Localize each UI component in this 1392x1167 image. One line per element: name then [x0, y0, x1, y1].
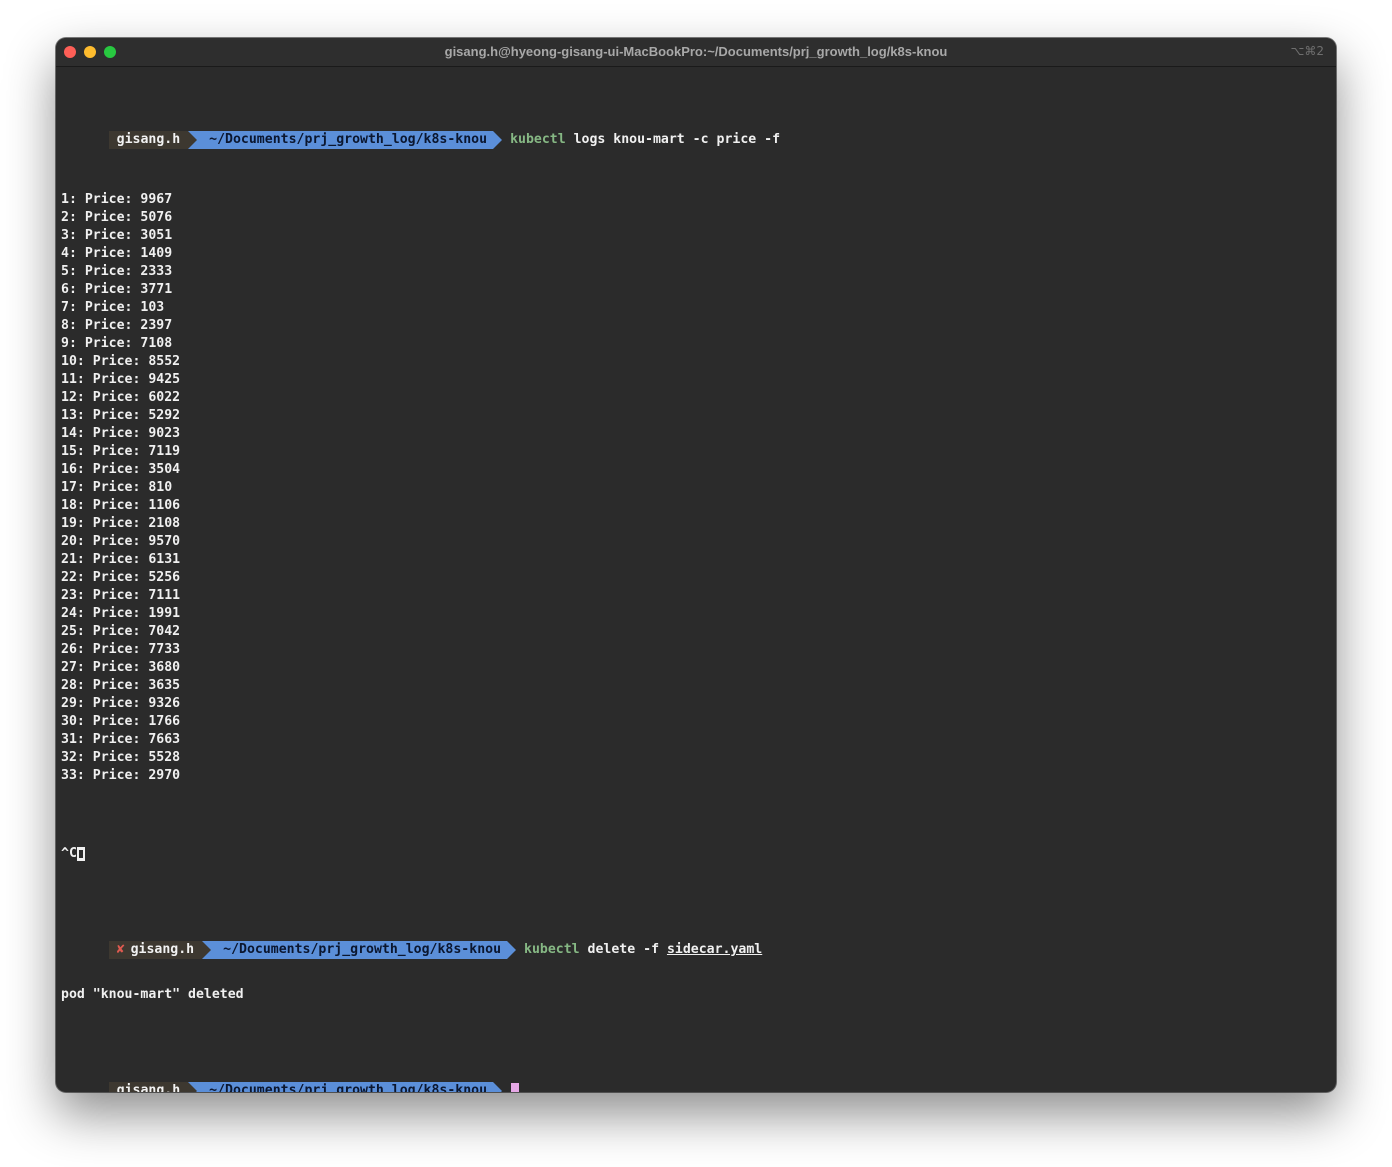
log-line: 2: Price: 5076	[61, 210, 173, 225]
log-line: 9: Price: 7108	[61, 336, 173, 351]
log-line: 27: Price: 3680	[61, 660, 181, 675]
command-name: kubectl	[510, 132, 566, 147]
log-line: 5: Price: 2333	[61, 264, 173, 279]
prompt-separator-icon	[188, 131, 198, 149]
command-args: delete -f	[587, 942, 667, 957]
prompt-path: ~/Documents/prj_growth_log/k8s-knou	[197, 1082, 494, 1092]
prompt: gisang.h ~/Documents/prj_growth_log/k8s-…	[108, 1082, 503, 1092]
log-line: 24: Price: 1991	[61, 606, 181, 621]
prompt-end-icon	[493, 1082, 503, 1092]
log-line: 28: Price: 3635	[61, 678, 181, 693]
log-line: 16: Price: 3504	[61, 462, 181, 477]
log-line: 19: Price: 2108	[61, 516, 181, 531]
prompt-line: gisang.h ~/Documents/prj_growth_log/k8s-…	[61, 113, 1331, 149]
command-name: kubectl	[524, 942, 580, 957]
prompt-user: gisang.h	[130, 942, 195, 957]
log-output: 1: Price: 9967 2: Price: 5076 3: Price: 30…	[61, 191, 1331, 785]
log-line: 12: Price: 6022	[61, 390, 181, 405]
prompt-separator-icon	[188, 1082, 198, 1092]
log-line: 25: Price: 7042	[61, 624, 181, 639]
tab-shortcut: ⌥⌘2	[1290, 44, 1324, 58]
prompt-end-icon	[507, 941, 517, 959]
log-line: 30: Price: 1766	[61, 714, 181, 729]
error-status-icon: ✘	[116, 942, 125, 957]
log-line: 22: Price: 5256	[61, 570, 181, 585]
log-line: 26: Price: 7733	[61, 642, 181, 657]
log-line: 3: Price: 3051	[61, 228, 173, 243]
command-output: pod "knou-mart" deleted	[61, 987, 244, 1002]
prompt-path: ~/Documents/prj_growth_log/k8s-knou	[197, 131, 494, 149]
log-line: 29: Price: 9326	[61, 696, 181, 711]
log-line: 7: Price: 103	[61, 300, 165, 315]
log-line: 21: Price: 6131	[61, 552, 181, 567]
interrupt-glyph-icon	[76, 847, 85, 861]
title-bar: gisang.h@hyeong-gisang-ui-MacBookPro:~/D…	[56, 38, 1336, 67]
prompt: gisang.h ~/Documents/prj_growth_log/k8s-…	[108, 131, 503, 149]
command-args: logs knou-mart -c price -f	[573, 132, 781, 147]
log-line: 31: Price: 7663	[61, 732, 181, 747]
prompt-end-icon	[493, 131, 503, 149]
prompt-line: gisang.h ~/Documents/prj_growth_log/k8s-…	[61, 1064, 1331, 1092]
prompt-path: ~/Documents/prj_growth_log/k8s-knou	[211, 941, 508, 959]
prompt-line: ✘ gisang.h ~/Documents/prj_growth_log/k8s…	[61, 923, 1331, 959]
log-line: 14: Price: 9023	[61, 426, 181, 441]
prompt-user: gisang.h	[108, 131, 189, 149]
window-title: gisang.h@hyeong-gisang-ui-MacBookPro:~/D…	[444, 44, 948, 59]
interrupt-line: ^C	[61, 845, 1331, 863]
prompt-separator-icon	[202, 941, 212, 959]
log-line: 23: Price: 7111	[61, 588, 181, 603]
log-line: 4: Price: 1409	[61, 246, 173, 261]
log-line: 18: Price: 1106	[61, 498, 181, 513]
interrupt-text: ^C	[61, 846, 77, 861]
log-line: 8: Price: 2397	[61, 318, 173, 333]
log-line: 15: Price: 7119	[61, 444, 181, 459]
prompt-user: gisang.h	[108, 1082, 189, 1092]
log-line: 32: Price: 5528	[61, 750, 181, 765]
terminal-output[interactable]: gisang.h ~/Documents/prj_growth_log/k8s-…	[61, 68, 1331, 1092]
text-cursor[interactable]	[511, 1083, 520, 1092]
log-line: 13: Price: 5292	[61, 408, 181, 423]
prompt: ✘ gisang.h ~/Documents/prj_growth_log/k8s…	[108, 941, 517, 959]
log-line: 20: Price: 9570	[61, 534, 181, 549]
log-line: 17: Price: 810	[61, 480, 173, 495]
command-file-arg[interactable]: sidecar.yaml	[667, 942, 762, 957]
prompt-user-segment: ✘ gisang.h	[108, 941, 203, 959]
log-line: 11: Price: 9425	[61, 372, 181, 387]
log-line: 10: Price: 8552	[61, 354, 181, 369]
terminal-window: gisang.h@hyeong-gisang-ui-MacBookPro:~/D…	[56, 38, 1336, 1092]
log-line: 33: Price: 2970	[61, 768, 181, 783]
log-line: 1: Price: 9967	[61, 192, 173, 207]
log-line: 6: Price: 3771	[61, 282, 173, 297]
